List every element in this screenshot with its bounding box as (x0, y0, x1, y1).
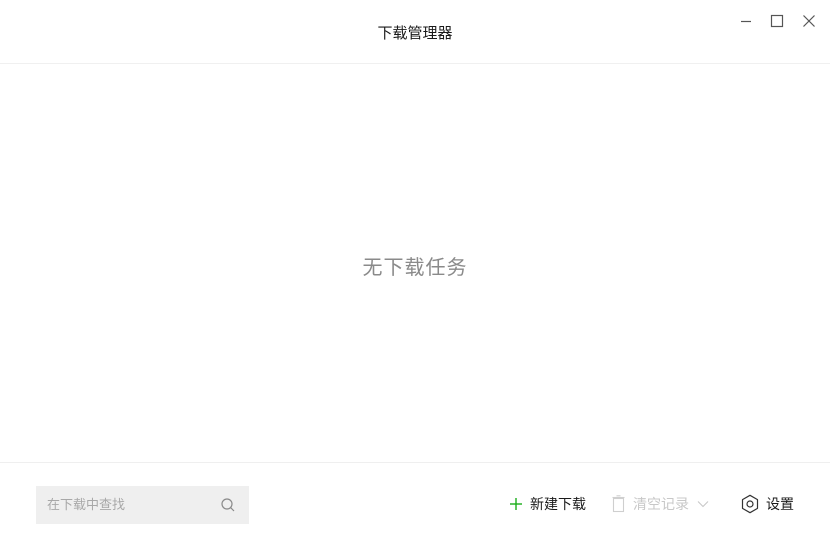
clear-records-label: 清空记录 (633, 497, 689, 513)
close-icon (803, 15, 815, 27)
clear-records-button[interactable]: 清空记录 (612, 493, 709, 515)
gear-icon (741, 494, 759, 514)
settings-label: 设置 (766, 497, 794, 513)
maximize-icon (770, 14, 784, 28)
minimize-icon (741, 20, 751, 23)
new-download-button[interactable]: 新建下载 (509, 493, 586, 515)
download-list-area: 无下载任务 (0, 64, 830, 462)
window-title: 下载管理器 (377, 24, 453, 42)
new-download-label: 新建下载 (530, 497, 586, 513)
bottom-toolbar: 新建下载 清空记录 设置 (0, 462, 830, 545)
maximize-button[interactable] (766, 10, 788, 32)
plus-icon (510, 498, 522, 510)
trash-icon (612, 495, 625, 513)
settings-button[interactable]: 设置 (740, 493, 794, 515)
download-manager-window: 下载管理器 无下载任务 在下载中查找 新建下载 清空记录 设置 (0, 0, 830, 545)
search-icon[interactable] (220, 497, 236, 513)
minimize-button[interactable] (735, 10, 757, 32)
chevron-down-icon[interactable] (697, 500, 709, 508)
search-input[interactable] (36, 486, 207, 524)
search-box (36, 486, 249, 524)
title-bar: 下载管理器 (0, 0, 830, 64)
close-button[interactable] (798, 10, 820, 32)
empty-state-message: 无下载任务 (362, 255, 468, 279)
